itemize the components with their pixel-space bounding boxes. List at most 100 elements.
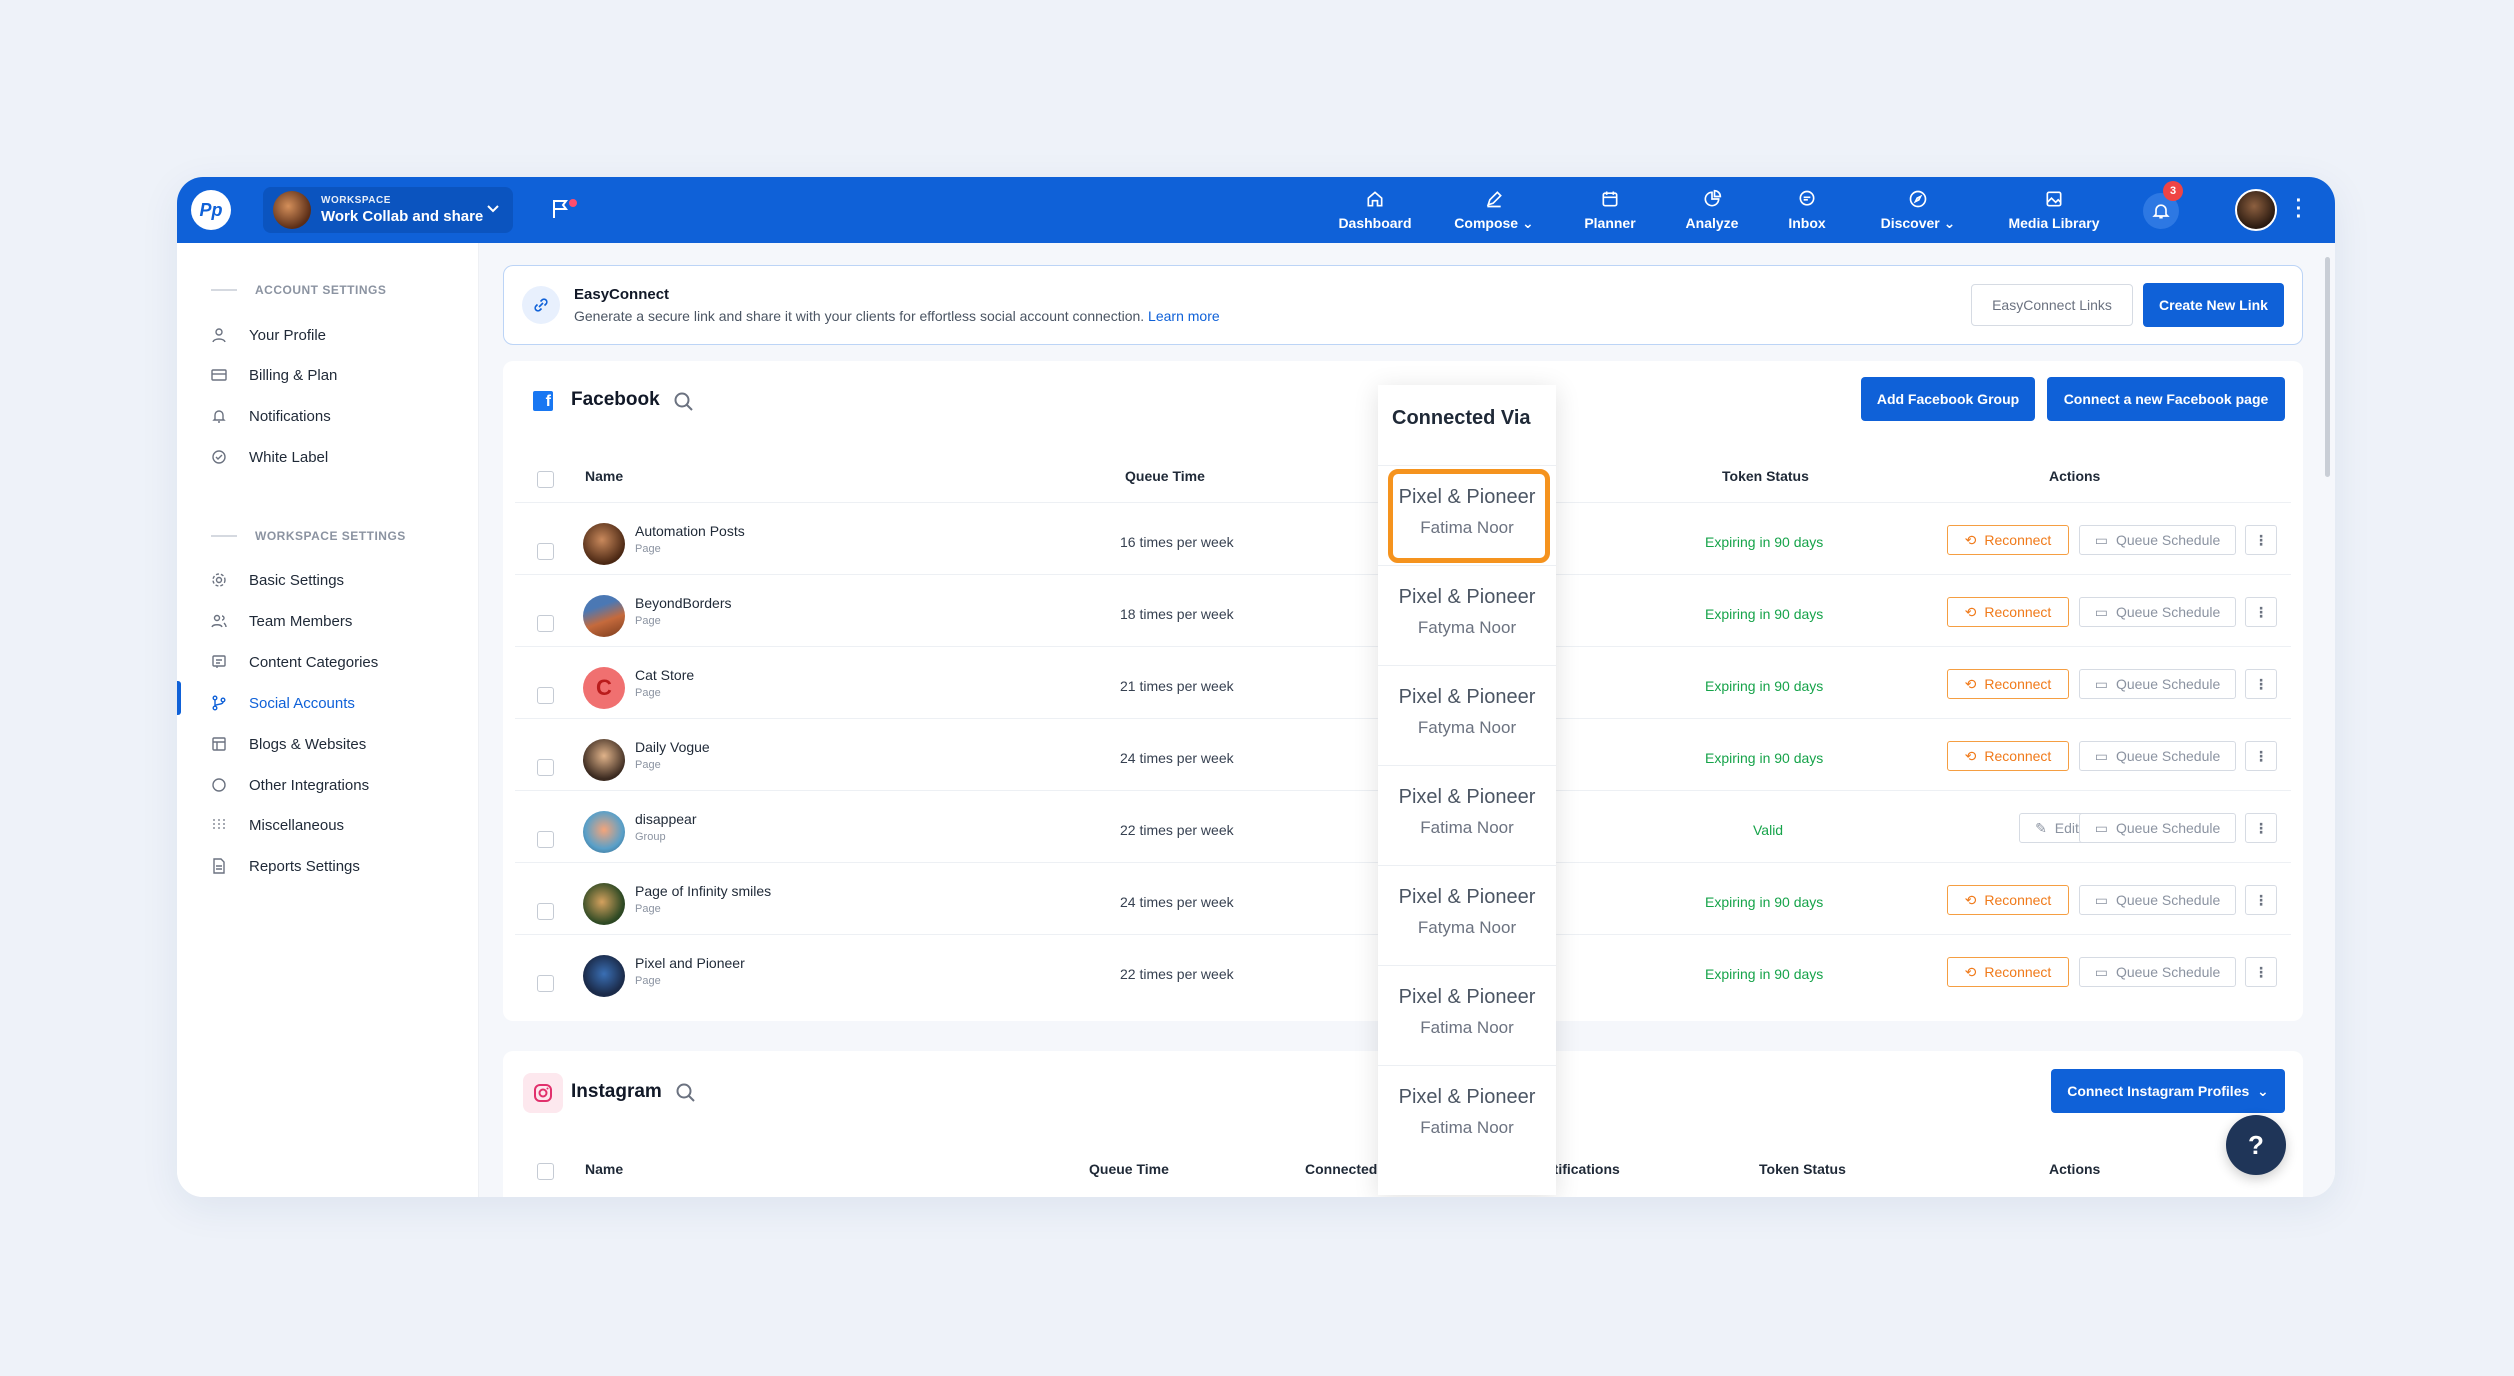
users-icon xyxy=(211,613,227,629)
search-icon[interactable] xyxy=(675,1082,697,1104)
nav-media-library[interactable]: Media Library xyxy=(1999,177,2109,243)
connect-instagram-profiles-button[interactable]: Connect Instagram Profiles ⌄ xyxy=(2051,1069,2285,1113)
queue-schedule-button[interactable]: ▭ Queue Schedule xyxy=(2079,669,2236,699)
sidebar-item-reports-settings[interactable]: Reports Settings xyxy=(211,854,360,878)
scrollbar[interactable] xyxy=(2325,257,2330,477)
account-name: Automation Posts xyxy=(635,523,745,539)
easyconnect-title: EasyConnect xyxy=(574,286,670,303)
top-navigation-bar: Pp WORKSPACE Work Collab and share Dashb… xyxy=(177,177,2335,243)
nav-compose[interactable]: Compose ⌄ xyxy=(1449,177,1539,243)
sidebar-item-your-profile[interactable]: Your Profile xyxy=(211,323,326,347)
account-type: Page xyxy=(635,759,661,771)
user-avatar[interactable] xyxy=(2235,189,2277,231)
queue-schedule-button[interactable]: ▭ Queue Schedule xyxy=(2079,885,2236,915)
sidebar-item-team-members[interactable]: Team Members xyxy=(211,609,352,633)
row-checkbox[interactable] xyxy=(537,831,554,848)
sidebar-item-other-integrations[interactable]: Other Integrations xyxy=(211,773,369,797)
refresh-icon: ⟲ xyxy=(1964,675,1977,692)
nav-inbox[interactable]: Inbox xyxy=(1777,177,1837,243)
nav-dashboard[interactable]: Dashboard xyxy=(1335,177,1415,243)
column-header-token-status: Token Status xyxy=(1722,468,1809,484)
row-more-button[interactable]: ⋮ xyxy=(2245,597,2277,627)
learn-more-link[interactable]: Learn more xyxy=(1148,308,1220,324)
token-status: Expiring in 90 days xyxy=(1705,894,1824,910)
workspace-switcher[interactable]: WORKSPACE Work Collab and share xyxy=(263,187,513,233)
refresh-icon: ⟲ xyxy=(1964,603,1977,620)
add-facebook-group-button[interactable]: Add Facebook Group xyxy=(1861,377,2035,421)
queue-schedule-button[interactable]: ▭ Queue Schedule xyxy=(2079,597,2236,627)
row-more-button[interactable]: ⋮ xyxy=(2245,957,2277,987)
row-checkbox[interactable] xyxy=(537,615,554,632)
chat-icon xyxy=(1799,190,1815,206)
reconnect-button[interactable]: ⟲ Reconnect xyxy=(1947,669,2069,699)
account-name: Cat Store xyxy=(635,667,695,683)
reconnect-button[interactable]: ⟲ Reconnect xyxy=(1947,957,2069,987)
sidebar-item-social-accounts[interactable]: Social Accounts xyxy=(211,691,355,715)
sidebar-item-white-label[interactable]: White Label xyxy=(211,445,328,469)
row-more-button[interactable]: ⋮ xyxy=(2245,813,2277,843)
workspace-name: Work Collab and share xyxy=(321,208,484,225)
row-more-button[interactable]: ⋮ xyxy=(2245,525,2277,555)
document-icon xyxy=(211,858,227,874)
easyconnect-links-button[interactable]: EasyConnect Links xyxy=(1971,284,2133,326)
refresh-icon: ⟲ xyxy=(1964,747,1977,764)
row-more-button[interactable]: ⋮ xyxy=(2245,669,2277,699)
sidebar-item-content-categories[interactable]: Content Categories xyxy=(211,650,378,674)
account-avatar xyxy=(583,955,625,997)
sidebar-item-label: Team Members xyxy=(249,612,353,630)
reconnect-button[interactable]: ⟲ Reconnect xyxy=(1947,741,2069,771)
refresh-icon: ⟲ xyxy=(1964,963,1977,980)
reconnect-button[interactable]: ⟲ Reconnect xyxy=(1947,525,2069,555)
connect-facebook-page-button[interactable]: Connect a new Facebook page xyxy=(2047,377,2285,421)
account-name: Pixel and Pioneer xyxy=(635,955,745,971)
sidebar-item-blogs-websites[interactable]: Blogs & Websites xyxy=(211,732,366,756)
sidebar-item-miscellaneous[interactable]: Miscellaneous xyxy=(211,813,344,837)
row-checkbox[interactable] xyxy=(537,975,554,992)
sidebar-item-label: Reports Settings xyxy=(249,857,360,875)
account-name: Daily Vogue xyxy=(635,739,710,755)
queue-time: 22 times per week xyxy=(1120,966,1234,982)
select-all-checkbox[interactable] xyxy=(537,471,554,488)
reconnect-button[interactable]: ⟲ Reconnect xyxy=(1947,885,2069,915)
nav-planner[interactable]: Planner xyxy=(1575,177,1645,243)
search-icon[interactable] xyxy=(673,391,695,413)
chevron-down-icon: ⌄ xyxy=(1943,214,1956,231)
create-new-link-button[interactable]: Create New Link xyxy=(2143,283,2284,327)
nav-discover[interactable]: Discover ⌄ xyxy=(1873,177,1963,243)
row-checkbox[interactable] xyxy=(537,903,554,920)
sidebar-item-label: Social Accounts xyxy=(249,694,355,712)
circle-icon xyxy=(211,777,227,793)
row-checkbox[interactable] xyxy=(537,687,554,704)
share-branch-icon xyxy=(211,695,227,711)
row-more-button[interactable]: ⋮ xyxy=(2245,885,2277,915)
queue-schedule-button[interactable]: ▭ Queue Schedule xyxy=(2079,525,2236,555)
help-button[interactable]: ? xyxy=(2226,1115,2286,1175)
column-header-queue-time: Queue Time xyxy=(1125,468,1205,484)
queue-schedule-button[interactable]: ▭ Queue Schedule xyxy=(2079,741,2236,771)
select-all-checkbox[interactable] xyxy=(537,1163,554,1180)
connected-via-user: Fatyma Noor xyxy=(1417,918,1517,937)
instagram-logo-icon xyxy=(523,1073,563,1113)
chevron-down-icon xyxy=(487,205,499,213)
sidebar-item-basic-settings[interactable]: Basic Settings xyxy=(211,568,344,592)
easyconnect-banner: EasyConnect Generate a secure link and s… xyxy=(503,265,2303,345)
row-more-button[interactable]: ⋮ xyxy=(2245,741,2277,771)
queue-schedule-button[interactable]: ▭ Queue Schedule xyxy=(2079,957,2236,987)
nav-analyze[interactable]: Analyze xyxy=(1677,177,1747,243)
account-name: BeyondBorders xyxy=(635,595,732,611)
sidebar-item-billing[interactable]: Billing & Plan xyxy=(211,363,337,387)
sidebar-item-notifications[interactable]: Notifications xyxy=(211,404,331,428)
more-menu-icon[interactable]: · · · xyxy=(2295,191,2303,227)
refresh-icon: ⟲ xyxy=(1964,531,1977,548)
row-checkbox[interactable] xyxy=(537,543,554,560)
app-logo[interactable]: Pp xyxy=(191,190,231,230)
pencil-icon: ✎ xyxy=(2035,819,2047,836)
token-status: Expiring in 90 days xyxy=(1705,678,1824,694)
row-checkbox[interactable] xyxy=(537,759,554,776)
connected-via-item: Pixel & Pioneer Fatyma Noor xyxy=(1378,565,1556,665)
account-type: Page xyxy=(635,615,661,627)
queue-schedule-button[interactable]: ▭ Queue Schedule xyxy=(2079,813,2236,843)
sidebar-section-account: ACCOUNT SETTINGS xyxy=(211,283,386,297)
sidebar-item-label: Other Integrations xyxy=(249,776,370,794)
reconnect-button[interactable]: ⟲ Reconnect xyxy=(1947,597,2069,627)
